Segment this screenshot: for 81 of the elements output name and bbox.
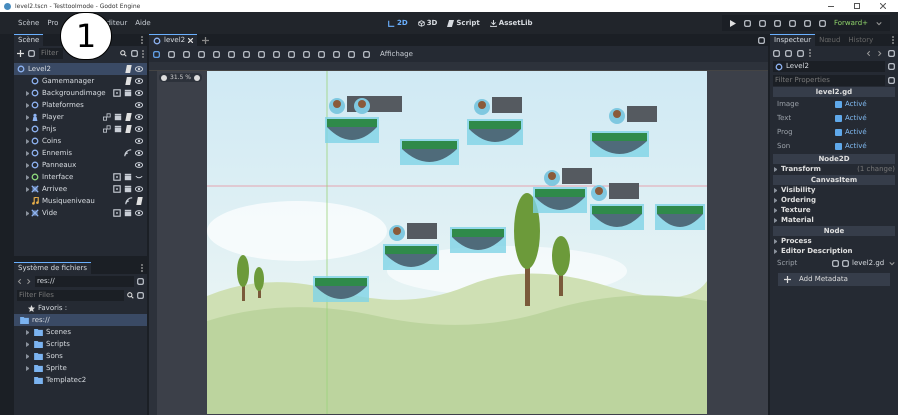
dropdown-icon[interactable] [889,260,895,267]
circle-node-icon [31,77,39,85]
clapper-icon [114,113,122,121]
star-icon [28,304,35,312]
frame-icon [113,209,121,217]
circle-node-icon [31,125,39,133]
broadcast-icon[interactable] [124,149,132,157]
clapper-icon [124,89,132,97]
circle-node-icon [775,62,783,70]
eye-icon[interactable] [135,137,143,145]
dropdown-icon[interactable] [876,20,882,26]
clapper-icon [114,125,122,133]
circle-node-icon [31,173,39,181]
add-node-icon[interactable] [17,50,24,57]
property-checkbox[interactable] [835,129,842,136]
music-note-icon [31,197,39,205]
eye-icon[interactable] [135,113,143,121]
circle-node-icon [31,137,39,145]
zoom-in-icon[interactable] [194,74,200,80]
circle-node-icon [31,149,39,157]
clapper-icon [124,209,132,217]
back-icon[interactable] [17,278,23,284]
cross-shape-icon [31,185,39,193]
plus-icon [784,276,791,283]
circle-node-icon [31,161,39,169]
expand-arrow-icon[interactable] [26,342,29,346]
signal-icon[interactable] [103,113,111,121]
circle-node-icon [31,101,39,109]
download-icon [490,20,497,26]
expand-arrow-icon[interactable] [26,102,29,108]
expand-arrow-icon[interactable] [26,162,29,168]
broadcast-icon[interactable] [125,197,133,205]
eye-icon[interactable] [135,185,143,193]
clapper-icon [124,185,132,193]
circle-node-icon [31,89,39,97]
zoom-out-icon[interactable] [161,74,167,80]
eye-icon[interactable] [135,77,143,85]
back-icon[interactable] [866,50,872,56]
frame-icon [113,185,121,193]
property-checkbox[interactable] [835,143,842,150]
maximize-icon[interactable] [854,3,860,9]
expand-arrow-icon[interactable] [26,330,29,334]
expand-arrow-icon[interactable] [26,138,29,144]
expand-arrow-icon[interactable] [26,150,29,156]
eye-icon[interactable] [135,161,143,169]
circle-node-icon [17,65,25,73]
forward-icon[interactable] [26,278,32,284]
app-logo-icon [4,2,11,10]
signal-icon[interactable] [103,125,111,133]
property-checkbox[interactable] [835,115,842,122]
circle-node-icon [153,36,161,44]
play-icon[interactable] [730,20,736,26]
expand-arrow-icon[interactable] [774,167,777,172]
expand-arrow-icon[interactable] [26,126,29,132]
expand-arrow-icon[interactable] [26,354,29,358]
cross-shape-icon [31,209,39,217]
search-icon[interactable] [127,292,134,298]
expand-arrow-icon[interactable] [26,90,29,96]
expand-arrow-icon[interactable] [26,174,29,180]
forward-icon[interactable] [877,50,883,56]
closed-eye-icon[interactable] [135,173,143,181]
expand-arrow-icon[interactable] [26,366,29,370]
eye-icon[interactable] [135,209,143,217]
eye-icon[interactable] [135,149,143,157]
clapper-icon [124,173,132,181]
eye-icon[interactable] [135,65,143,73]
search-icon[interactable] [120,50,127,57]
add-tab-icon[interactable] [202,36,210,44]
expand-arrow-icon[interactable] [26,114,29,120]
property-checkbox[interactable] [835,101,842,108]
cube-icon [418,20,425,26]
eye-icon[interactable] [135,125,143,133]
frame-icon [113,89,121,97]
eye-icon[interactable] [135,101,143,109]
eye-icon[interactable] [135,89,143,97]
close-icon[interactable] [880,3,886,9]
expand-arrow-icon[interactable] [26,186,29,192]
2d-axes-icon [388,20,395,26]
expand-arrow-icon[interactable] [26,210,29,216]
frame-icon [113,173,121,181]
person-icon [31,113,39,121]
